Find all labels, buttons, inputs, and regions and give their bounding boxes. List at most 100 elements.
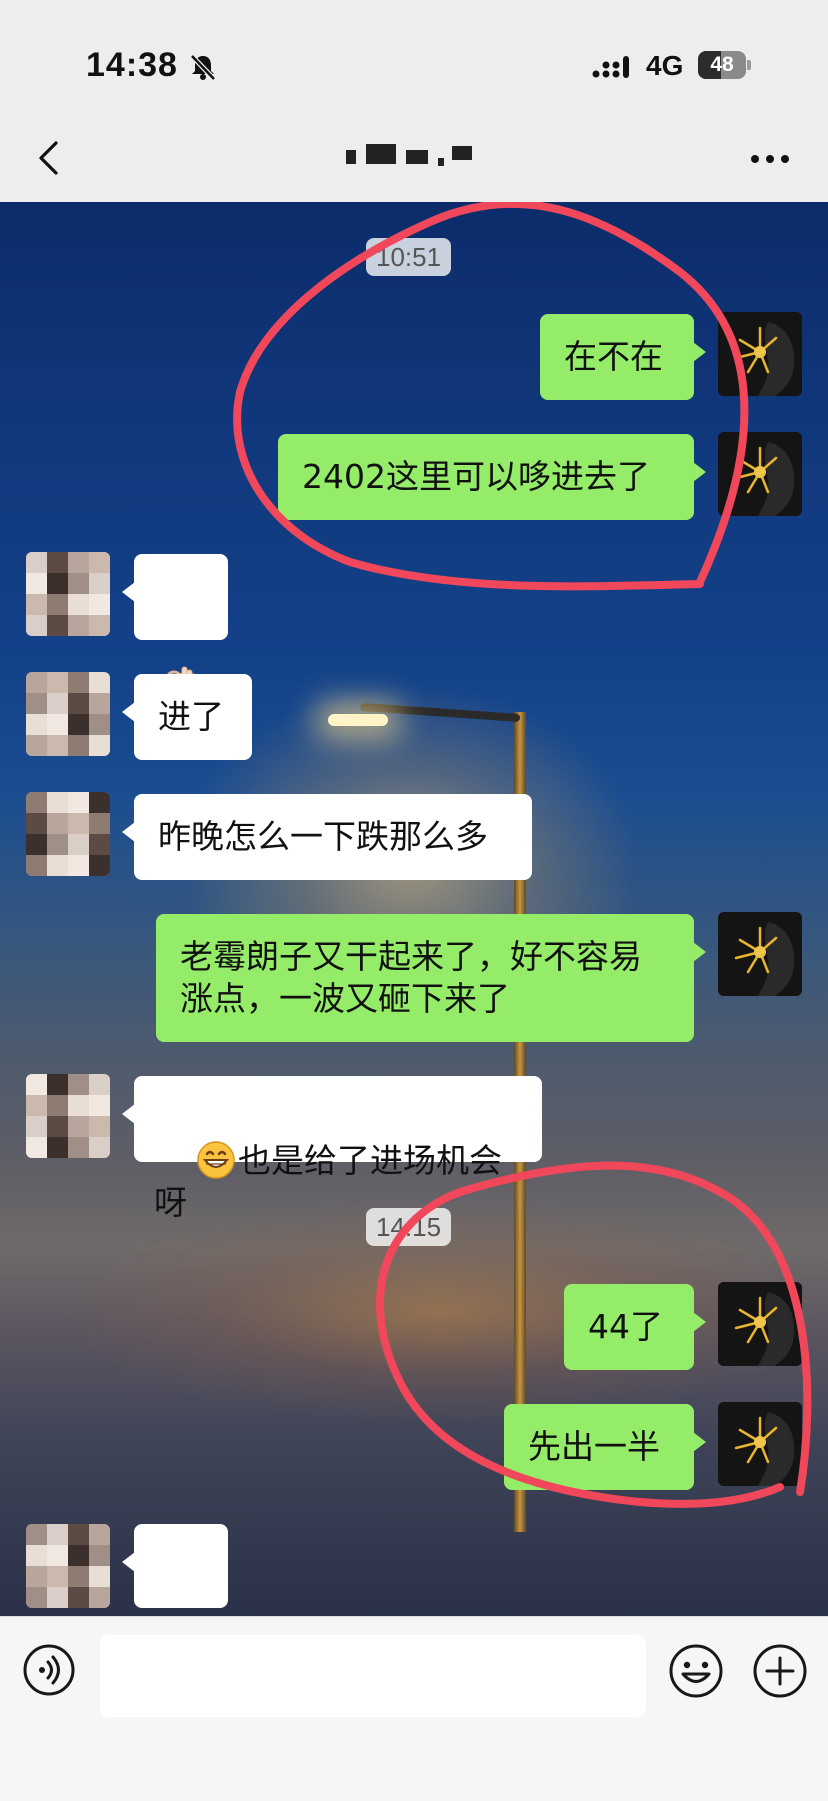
avatar-mosaic-tile [26,855,47,876]
message-bubble-self[interactable]: 老霉朗子又干起来了，好不容易 涨点，一波又砸下来了 [156,914,706,1042]
message-bubble-self[interactable]: 2402这里可以哆进去了 [278,434,706,520]
avatar-mosaic-tile [47,1116,68,1137]
avatar-mosaic-tile [47,1587,68,1608]
avatar-contact[interactable] [26,792,110,876]
avatar-mosaic-tile [47,615,68,636]
avatar-mosaic-tile [47,735,68,756]
avatar-mosaic-tile [89,1587,110,1608]
avatar-mosaic-tile [68,1137,89,1158]
avatar-mosaic-tile [89,573,110,594]
emoji-icon[interactable] [668,1643,724,1699]
message-input[interactable] [100,1635,646,1717]
message-bubble-other[interactable] [122,1524,228,1608]
timestamp: 14:15 [366,1208,452,1246]
avatar-mosaic-tile [89,594,110,615]
message-bubble-other[interactable] [122,554,228,701]
avatar-mosaic-tile [26,672,47,693]
avatar-mosaic-tile [89,1566,110,1587]
avatar-mosaic-tile [26,1587,47,1608]
chat-title-redacted [340,144,490,166]
more-dots-icon[interactable] [750,154,790,164]
avatar-mosaic-tile [89,1137,110,1158]
avatar-mosaic-tile [89,672,110,693]
avatar-mosaic-tile [89,735,110,756]
avatar-mosaic-tile [89,855,110,876]
avatar-mosaic-tile [47,1524,68,1545]
nav-bar [0,110,828,202]
avatar-mosaic-tile [26,693,47,714]
chat-area[interactable]: 10:51 在不在 2402这里可以哆进去了 进了 昨晚怎么一下跌那么多 老霉朗… [0,202,828,1616]
avatar-mosaic-tile [68,552,89,573]
avatar-mosaic-tile [68,855,89,876]
avatar-mosaic-tile [68,1587,89,1608]
avatar-mosaic-tile [47,573,68,594]
avatar-self[interactable] [718,912,802,996]
signal-icon [592,56,629,78]
battery-level: 48 [710,53,734,76]
input-bar [0,1616,828,1729]
avatar-mosaic-tile [68,1095,89,1116]
avatar-mosaic-tile [47,714,68,735]
avatar-mosaic-tile [68,693,89,714]
avatar-mosaic-tile [89,1095,110,1116]
avatar-mosaic-tile [68,672,89,693]
message-bubble-self[interactable]: 在不在 [540,314,706,400]
voice-icon[interactable] [22,1643,76,1697]
avatar-mosaic-tile [26,813,47,834]
avatar-self[interactable] [718,432,802,516]
avatar-mosaic-tile [68,714,89,735]
avatar-self-image [718,912,802,996]
avatar-mosaic-tile [47,552,68,573]
message-bubble-self[interactable]: 44了 [564,1284,706,1370]
avatar-mosaic-tile [68,615,89,636]
avatar-mosaic-tile [68,792,89,813]
avatar-mosaic-tile [89,615,110,636]
avatar-mosaic-tile [89,1545,110,1566]
status-time: 14:38 [86,46,178,84]
avatar-mosaic-tile [47,813,68,834]
avatar-contact[interactable] [26,552,110,636]
avatar-mosaic-tile [47,693,68,714]
avatar-mosaic-tile [68,1074,89,1095]
avatar-self[interactable] [718,1402,802,1486]
battery-tip [747,60,751,70]
avatar-self-image [718,1402,802,1486]
message-bubble-other[interactable]: 进了 [122,674,252,760]
avatar-mosaic-tile [89,1074,110,1095]
avatar-mosaic-tile [47,672,68,693]
avatar-self-image [718,432,802,516]
avatar-mosaic-tile [89,693,110,714]
avatar-self[interactable] [718,1282,802,1366]
avatar-mosaic-tile [47,594,68,615]
chevron-left-icon[interactable] [34,140,64,176]
avatar-contact[interactable] [26,672,110,756]
avatar-contact[interactable] [26,1524,110,1608]
avatar-mosaic-tile [47,1566,68,1587]
avatar-mosaic-tile [89,792,110,813]
avatar-mosaic-tile [26,552,47,573]
avatar-mosaic-tile [26,714,47,735]
avatar-mosaic-tile [26,735,47,756]
avatar-mosaic-tile [26,834,47,855]
message-bubble-other[interactable]: 昨晚怎么一下跌那么多 [122,794,532,880]
timestamp: 10:51 [366,238,452,276]
message-bubble-self[interactable]: 先出一半 [504,1404,706,1490]
message-bubble-other[interactable]: 也是给了进场机会呀 [122,1076,542,1222]
avatar-contact[interactable] [26,1074,110,1158]
avatar-mosaic-tile [26,792,47,813]
avatar-mosaic-tile [26,594,47,615]
grin-emoji [197,1141,235,1179]
avatar-mosaic-tile [68,735,89,756]
avatar-self[interactable] [718,312,802,396]
avatar-mosaic-tile [26,1116,47,1137]
network-type: 4G [646,50,684,81]
avatar-mosaic-tile [47,792,68,813]
plus-icon[interactable] [752,1643,808,1699]
avatar-mosaic-tile [68,1545,89,1566]
avatar-mosaic-tile [47,1545,68,1566]
avatar-mosaic-tile [26,1524,47,1545]
bell-slash-icon [190,54,216,81]
avatar-mosaic-tile [26,573,47,594]
wallpaper-lamp [328,714,388,726]
avatar-mosaic-tile [47,1137,68,1158]
